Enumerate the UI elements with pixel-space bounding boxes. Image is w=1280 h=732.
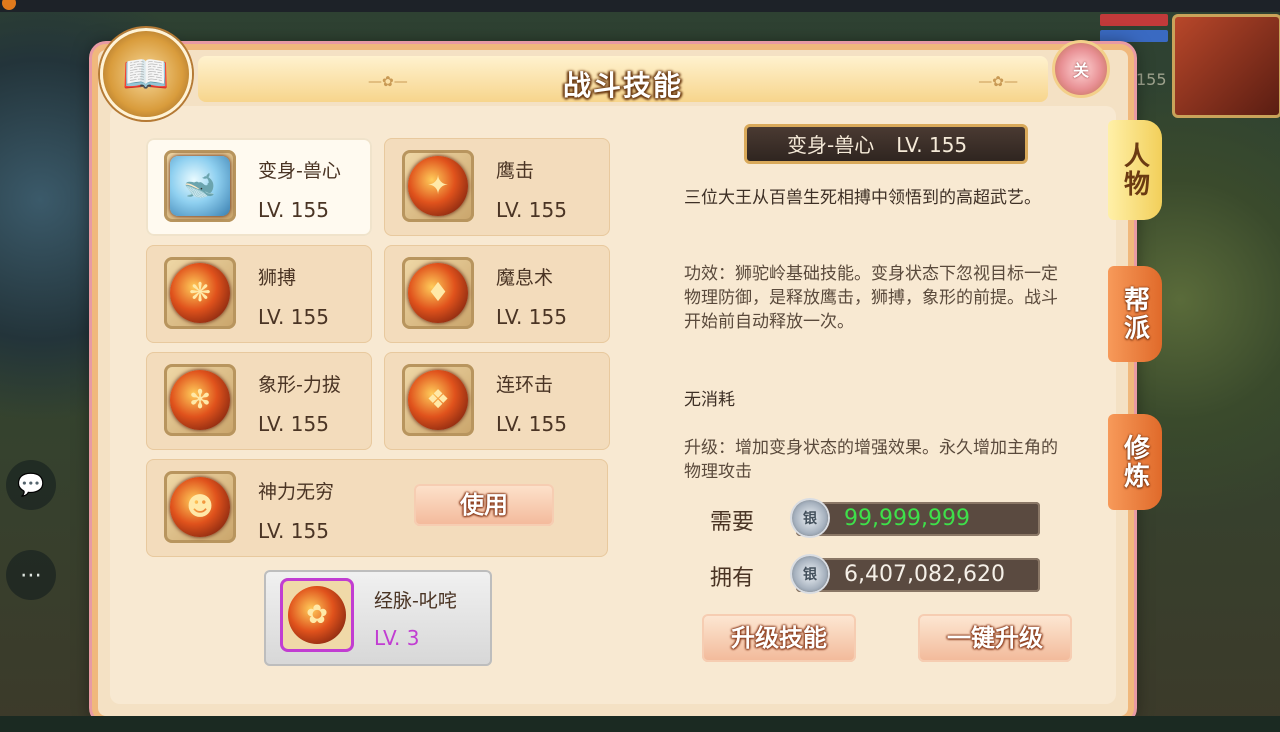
elephant-icon: ✻ bbox=[170, 370, 230, 430]
combo-strike-icon: ❖ bbox=[408, 370, 468, 430]
meridian-name: 经脉-叱咤 bbox=[374, 590, 457, 612]
skill-icon: ♦ bbox=[402, 257, 474, 329]
tab-cultivation[interactable]: 修炼 bbox=[1108, 414, 1162, 510]
skill-level: LV. 155 bbox=[496, 412, 567, 436]
silver-coin-icon: 银 bbox=[792, 500, 828, 536]
skill-detail-banner: 变身-兽心 LV. 155 bbox=[744, 124, 1028, 164]
bottom-status-strip bbox=[0, 716, 1280, 732]
meridian-level: LV. 3 bbox=[374, 626, 420, 650]
skill-card[interactable]: 🐋 变身-兽心 LV. 155 bbox=[146, 138, 372, 236]
skill-card[interactable]: ✦ 鹰击 LV. 155 bbox=[384, 138, 610, 236]
tab-guild[interactable]: 帮派 bbox=[1108, 266, 1162, 362]
skill-icon: ☻ bbox=[164, 471, 236, 543]
skill-upgrade-info: 升级：增加变身状态的增强效果。永久增加主角的物理攻击 bbox=[684, 438, 1058, 478]
skill-level: LV. 155 bbox=[258, 519, 329, 543]
skill-name: 魔息术 bbox=[496, 267, 554, 289]
silver-coin-icon: 银 bbox=[792, 556, 828, 592]
mp-bar bbox=[1100, 30, 1168, 42]
shark-rider-icon: 🐋 bbox=[170, 156, 230, 216]
skill-effect: 功效：狮驼岭基础技能。变身状态下忽视目标一定物理防御，是释放鹰击，狮搏，象形的前… bbox=[684, 264, 1058, 332]
skill-level: LV. 155 bbox=[258, 412, 329, 436]
one-click-upgrade-button[interactable]: 一键升级 bbox=[918, 614, 1072, 662]
chat-bubble-icon[interactable]: 💬 bbox=[6, 460, 56, 510]
app-icon bbox=[2, 0, 16, 10]
skill-name: 鹰击 bbox=[496, 160, 535, 182]
hud-level: 155 bbox=[1136, 70, 1167, 89]
skill-cost: 无消耗 bbox=[684, 390, 735, 410]
meridian-icon-frame: ✿ bbox=[280, 578, 354, 652]
skill-level: LV. 155 bbox=[258, 305, 329, 329]
skill-card[interactable]: ❋ 狮搏 LV. 155 bbox=[146, 245, 372, 343]
have-value: 6,407,082,620 bbox=[844, 562, 1005, 587]
skill-level: LV. 155 bbox=[496, 305, 567, 329]
skill-card[interactable]: ✻ 象形-力拔 LV. 155 bbox=[146, 352, 372, 450]
use-button[interactable]: 使用 bbox=[414, 484, 554, 526]
need-value-box: 银 99,999,999 bbox=[792, 500, 1040, 536]
need-value: 99,999,999 bbox=[844, 506, 970, 531]
phoenix-icon: ✿ bbox=[288, 586, 346, 644]
skill-level: LV. 155 bbox=[258, 198, 329, 222]
skill-name: 变身-兽心 bbox=[258, 160, 341, 182]
demon-breath-icon: ♦ bbox=[408, 263, 468, 323]
skill-name: 连环击 bbox=[496, 374, 554, 396]
panel-title: 战斗技能 bbox=[562, 69, 683, 102]
detail-skill-name: 变身-兽心 bbox=[787, 133, 875, 157]
hud-status-bars bbox=[1100, 14, 1168, 46]
skill-icon: ✻ bbox=[164, 364, 236, 436]
close-button[interactable]: 关 bbox=[1052, 40, 1110, 98]
upgrade-skill-button[interactable]: 升级技能 bbox=[702, 614, 856, 662]
have-value-box: 银 6,407,082,620 bbox=[792, 556, 1040, 592]
eagle-strike-icon: ✦ bbox=[408, 156, 468, 216]
skill-name: 狮搏 bbox=[258, 267, 297, 289]
skill-card[interactable]: ❖ 连环击 LV. 155 bbox=[384, 352, 610, 450]
panel-title-bar: —✿— 战斗技能 —✿— bbox=[198, 56, 1048, 102]
skill-icon: ❋ bbox=[164, 257, 236, 329]
title-ornament-right: —✿— bbox=[978, 74, 1018, 90]
skill-intro: 三位大王从百兽生死相搏中领悟到的高超武艺。 bbox=[684, 188, 1041, 208]
detail-skill-level: LV. 155 bbox=[896, 133, 968, 157]
skill-icon: ✦ bbox=[402, 150, 474, 222]
skill-name: 象形-力拔 bbox=[258, 374, 341, 396]
divine-power-icon: ☻ bbox=[170, 477, 230, 537]
window-title-bar bbox=[0, 0, 1280, 12]
meridian-card[interactable]: ✿ 经脉-叱咤 LV. 3 bbox=[264, 570, 492, 666]
skill-card[interactable]: ♦ 魔息术 LV. 155 bbox=[384, 245, 610, 343]
skill-book-icon: 📖 bbox=[100, 28, 192, 120]
left-chat-icons: 💬 ⋯ bbox=[6, 460, 56, 640]
tab-character[interactable]: 人物 bbox=[1108, 120, 1162, 220]
lion-icon: ❋ bbox=[170, 263, 230, 323]
have-label: 拥有 bbox=[710, 566, 755, 591]
hp-bar bbox=[1100, 14, 1168, 26]
need-label: 需要 bbox=[710, 510, 755, 535]
skill-name: 神力无穷 bbox=[258, 481, 335, 503]
skill-icon: 🐋 bbox=[164, 150, 236, 222]
skill-level: LV. 155 bbox=[496, 198, 567, 222]
player-portrait[interactable] bbox=[1172, 14, 1280, 118]
message-icon[interactable]: ⋯ bbox=[6, 550, 56, 600]
skill-icon: ❖ bbox=[402, 364, 474, 436]
